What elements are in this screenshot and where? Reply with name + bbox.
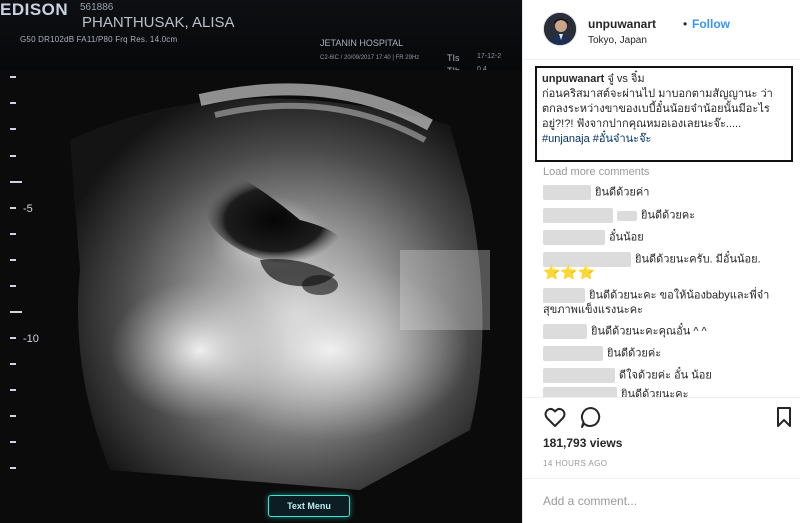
comment-item: ยินดีด้วยนะคะคุณอั๋น ^ ^ xyxy=(543,324,707,339)
text-menu-label: Text Menu xyxy=(287,501,331,511)
caption-username[interactable]: unpuwanart xyxy=(542,73,604,85)
caption-body: ก่อนคริสมาสต์จะผ่านไป มาบอกตามสัญญานะ ว่… xyxy=(542,88,773,130)
follow-button[interactable]: Follow xyxy=(692,17,730,31)
comment-icon[interactable] xyxy=(579,405,603,429)
post-caption: unpuwanart จู๋ vs จิ๋ม ก่อนคริสมาสต์จะผ่… xyxy=(535,66,793,162)
redacted-username xyxy=(543,324,587,339)
comment-text: ยินดีด้วยนะครับ. มีอั๋นน้อย. xyxy=(635,253,761,266)
ultrasound-header: EDISON 561886 PHANTHUSAK, ALISA G50 DR10… xyxy=(0,0,522,76)
redacted-username xyxy=(543,346,603,361)
comment-item: ยินดีด้วยค่ะ xyxy=(543,346,661,361)
heart-icon[interactable] xyxy=(543,405,567,429)
comment-box xyxy=(523,478,800,523)
redacted-username xyxy=(543,230,605,245)
hashtag-link[interactable]: #unjanaja xyxy=(542,133,590,145)
depth-ruler: -5 -10 xyxy=(0,70,60,523)
scan-datetime: C2-6IC / 20/09/2017 17:40 | FR 29Hz xyxy=(320,55,420,61)
text-menu-key: Text Menu xyxy=(268,495,350,517)
post-header: unpuwanart • Follow Tokyo, Japan xyxy=(523,0,800,60)
comment-item: ยินดีด้วยคะ xyxy=(543,208,695,223)
comment-item: ยินดีด้วยนะคะ ขอให้น้องbabyและพี่จ๋าสุขภ… xyxy=(543,288,783,318)
comment-text: ยินดีด้วยคะ xyxy=(641,209,696,222)
post-timestamp[interactable]: 14 HOURS AGO xyxy=(543,459,607,468)
view-count[interactable]: 181,793 views xyxy=(543,436,622,450)
redacted-username xyxy=(543,185,591,200)
patient-id: 561886 xyxy=(80,2,114,13)
username-link[interactable]: unpuwanart xyxy=(588,17,656,31)
redacted-username xyxy=(543,387,617,397)
ultrasound-image xyxy=(0,70,522,523)
redacted-username xyxy=(617,210,637,221)
avatar[interactable] xyxy=(543,12,577,46)
comment-text: ยินดีด้วยนะคะคุณอั๋น ^ ^ xyxy=(591,325,707,338)
comment-item: ดีใจด้วยค่ะ อั๋น น้อย xyxy=(543,368,712,383)
comment-text: ยินดีด้วยนะคะ xyxy=(621,388,689,397)
hashtag-link[interactable]: #อั๋นจ๋านะจ๊ะ xyxy=(593,133,652,145)
instagram-post: EDISON 561886 PHANTHUSAK, ALISA G50 DR10… xyxy=(0,0,800,523)
location-link[interactable]: Tokyo, Japan xyxy=(588,35,647,46)
hospital-name: JETANIN HOSPITAL xyxy=(320,38,404,48)
redacted-username xyxy=(543,368,615,383)
add-comment-input[interactable] xyxy=(543,492,783,510)
comment-item: ยินดีด้วยค่า xyxy=(543,185,649,200)
caption-title: จู๋ vs จิ๋ม xyxy=(607,73,645,85)
hud-value-1: 17-12-2 xyxy=(477,53,502,60)
comment-text: ดีใจด้วยค่ะ อั๋น น้อย xyxy=(619,369,712,382)
post-video[interactable]: EDISON 561886 PHANTHUSAK, ALISA G50 DR10… xyxy=(0,0,522,523)
comment-item: ⭐⭐⭐ xyxy=(543,265,595,280)
post-sidebar: unpuwanart • Follow Tokyo, Japan unpuwan… xyxy=(522,0,800,523)
depth-label-5: -5 xyxy=(23,203,33,215)
hud-label-tis: TIs xyxy=(447,53,460,63)
comment-stars: ⭐⭐⭐ xyxy=(543,264,596,280)
post-actions xyxy=(523,397,800,431)
comment-item: อั๋นน้อย xyxy=(543,230,644,245)
patient-name: PHANTHUSAK, ALISA xyxy=(82,14,235,31)
comment-text: ยินดีด้วยค่า xyxy=(595,186,650,199)
redacted-username xyxy=(543,208,613,223)
load-more-comments-link[interactable]: Load more comments xyxy=(543,166,649,178)
separator-dot: • xyxy=(683,17,688,31)
bookmark-icon[interactable] xyxy=(772,405,796,429)
scan-parameters: G50 DR102dB FA11/P80 Frq Res. 14.0cm xyxy=(20,35,178,44)
comment-text: ยินดีด้วยค่ะ xyxy=(607,347,662,360)
depth-label-10: -10 xyxy=(23,333,39,345)
machine-brand: EDISON xyxy=(0,0,69,19)
redacted-username xyxy=(543,288,585,303)
comment-text: อั๋นน้อย xyxy=(609,231,644,244)
comment-item: ยินดีด้วยนะคะ xyxy=(543,387,689,397)
